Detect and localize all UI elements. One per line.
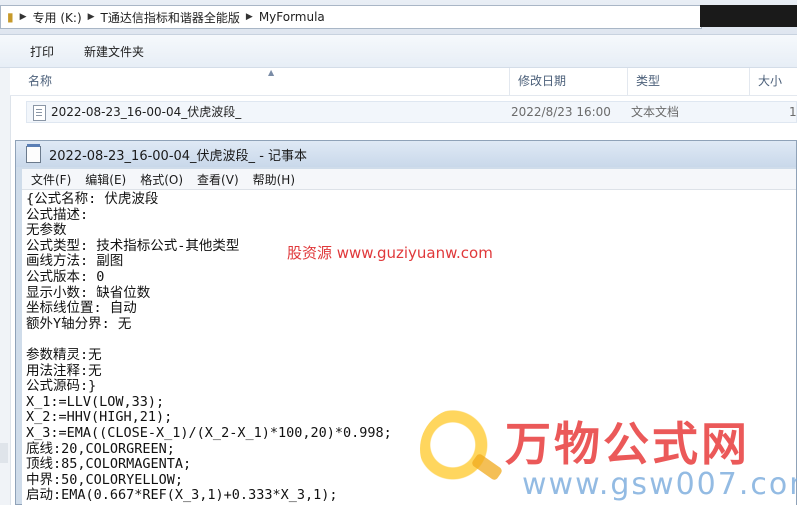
text-file-icon xyxy=(33,105,46,121)
watermark-site-text: 股资源 www.guziyuanw.com xyxy=(287,244,493,262)
nav-scrollbar[interactable] xyxy=(0,443,8,463)
editor-line: 顶线:85,COLORMAGENTA; xyxy=(26,456,192,473)
file-name: 2022-08-23_16-00-04_伏虎波段_ xyxy=(51,105,242,119)
file-size: 1 xyxy=(789,105,797,119)
explorer-toolbar: 打印 新建文件夹 xyxy=(0,35,797,68)
editor-line: 坐标线位置: 自动 xyxy=(26,300,137,317)
editor-line: X_2:=HHV(HIGH,21); xyxy=(26,409,173,426)
column-header-row: 名称 ▲ 修改日期 类型 大小 xyxy=(10,68,797,96)
notepad-titlebar[interactable]: 2022-08-23_16-00-04_伏虎波段_ - 记事本 xyxy=(16,141,796,167)
chevron-right-icon[interactable]: ▶ xyxy=(88,12,95,22)
file-row[interactable]: 2022-08-23_16-00-04_伏虎波段_ 2022/8/23 16:0… xyxy=(26,101,797,123)
notepad-title: 2022-08-23_16-00-04_伏虎波段_ - 记事本 xyxy=(49,148,308,164)
menu-help[interactable]: 帮助(H) xyxy=(246,171,302,188)
chevron-right-icon[interactable]: ▶ xyxy=(246,12,253,22)
editor-lines: {公式名称: 伏虎波段 公式描述: 无参数 公式类型: 技术指标公式-其他类型 画线方法… xyxy=(26,191,392,504)
search-area xyxy=(700,5,797,27)
editor-line: 参数精灵:无 xyxy=(26,346,102,363)
watermark-brand-url: www.gsw007.com xyxy=(522,467,797,502)
editor-line: 中界:50,COLORYELLOW; xyxy=(26,471,184,488)
column-size[interactable]: 大小 xyxy=(750,68,797,95)
editor-line: 用法注释:无 xyxy=(26,362,102,379)
watermark-brand: 万物公式网 xyxy=(505,417,750,471)
editor-line: 底线:20,COLORGREEN; xyxy=(26,440,175,457)
nav-pane xyxy=(0,68,11,505)
menu-edit[interactable]: 编辑(E) xyxy=(78,171,133,188)
file-type: 文本文档 xyxy=(631,105,680,119)
menu-file[interactable]: 文件(F) xyxy=(22,171,78,188)
chevron-right-icon[interactable]: ▶ xyxy=(20,12,27,22)
column-type[interactable]: 类型 xyxy=(628,68,750,95)
editor-line: 额外Y轴分界: 无 xyxy=(26,315,132,332)
editor-line: 公式版本: 0 xyxy=(26,268,105,285)
editor-line: {公式名称: 伏虎波段 xyxy=(26,191,159,207)
breadcrumb-current[interactable]: MyFormula xyxy=(253,10,331,24)
editor-line: 公式描述: xyxy=(26,206,89,223)
column-modified[interactable]: 修改日期 xyxy=(510,68,628,95)
column-name[interactable]: 名称 xyxy=(20,68,510,95)
breadcrumb-folder[interactable]: T通达信指标和谐器全能版 xyxy=(95,9,246,26)
editor-line: 公式源码:} xyxy=(26,378,97,395)
editor-line: 启动:EMA(0.667*REF(X_3,1)+0.333*X_3,1); xyxy=(26,487,338,504)
breadcrumb[interactable]: ▮ ▶ 专用 (K:) ▶ T通达信指标和谐器全能版 ▶ MyFormula xyxy=(0,5,702,29)
file-modified: 2022/8/23 16:00 xyxy=(511,105,611,119)
menu-format[interactable]: 格式(O) xyxy=(133,171,190,188)
sort-arrow-icon: ▲ xyxy=(268,68,275,77)
breadcrumb-drive[interactable]: 专用 (K:) xyxy=(27,9,88,26)
menu-view[interactable]: 查看(V) xyxy=(190,171,246,188)
address-bar: ▮ ▶ 专用 (K:) ▶ T通达信指标和谐器全能版 ▶ MyFormula xyxy=(0,0,797,35)
editor-line: X_3:=EMA((CLOSE-X_1)/(X_2-X_1)*100,20)*0… xyxy=(26,424,392,441)
editor-line: X_1:=LLV(LOW,33); xyxy=(26,393,165,410)
folder-nav-icon[interactable]: ▮ xyxy=(1,10,20,24)
editor-line: 显示小数: 缺省位数 xyxy=(26,284,151,301)
notepad-menubar: 文件(F) 编辑(E) 格式(O) 查看(V) 帮助(H) xyxy=(22,169,796,190)
watermark-logo-icon xyxy=(420,408,502,490)
notepad-icon xyxy=(26,143,41,163)
editor-line: 无参数 xyxy=(26,222,67,239)
new-folder-button[interactable]: 新建文件夹 xyxy=(69,43,159,60)
print-button[interactable]: 打印 xyxy=(0,43,69,60)
